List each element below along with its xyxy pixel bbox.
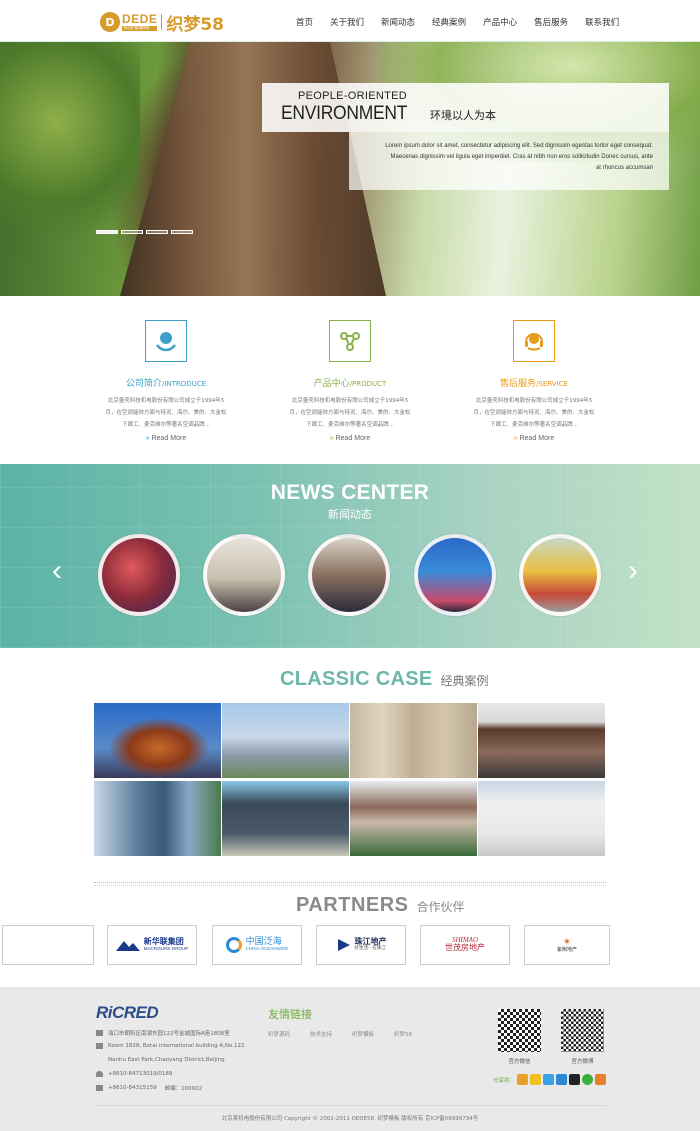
chevron-left-icon[interactable]: ‹ <box>52 556 62 586</box>
classic-case-title: CLASSIC CASE 经典案例 <box>280 668 489 690</box>
headset-icon[interactable] <box>513 320 555 362</box>
pearl-river-icon <box>337 939 350 951</box>
service-desc: 北京量壳科技机电股份有限公司成立于1994年5月，在空调能效方面与特灵、海尔、美… <box>289 398 411 428</box>
case-image[interactable] <box>94 703 221 778</box>
news-center: NEWS CENTER 新闻动态 ‹ › <box>0 464 700 648</box>
globe-hands-icon[interactable] <box>145 320 187 362</box>
news-thumbnail[interactable] <box>308 534 390 616</box>
case-image[interactable] <box>478 703 605 778</box>
service-service: 售后服务/SERVICE 北京量壳科技机电股份有限公司成立于1994年5月，在空… <box>464 320 604 442</box>
banner-heading-small: PEOPLE-ORIENTED <box>298 90 408 102</box>
banner-heading-large: ENVIRONMENT <box>281 103 408 124</box>
logo-cn-text: 织梦58 <box>166 14 225 35</box>
case-image[interactable] <box>222 703 349 778</box>
slider-dots <box>96 230 196 234</box>
partner-logo[interactable]: 珠江地产 好生活 · 在珠江 <box>316 925 406 965</box>
wechat-qr-code <box>498 1009 541 1052</box>
read-more-link[interactable]: » Read More <box>280 435 420 442</box>
service-product: 产品中心/PRODUCT 北京量壳科技机电股份有限公司成立于1994年5月，在空… <box>280 320 420 442</box>
service-title: 售后服务 <box>500 379 537 389</box>
wechat-share-icon[interactable] <box>582 1074 594 1085</box>
tencent-weibo-share-icon[interactable] <box>543 1074 555 1085</box>
weibo-share-icon[interactable] <box>517 1074 529 1085</box>
qzone-share-icon[interactable] <box>530 1074 542 1085</box>
news-thumbnail[interactable] <box>98 534 180 616</box>
partner-logo[interactable]: SHIMAO 世茂房地产 <box>420 925 510 965</box>
slider-dot[interactable] <box>146 230 168 234</box>
friend-links: 织梦源码 技术支持 织梦模板 织梦58 <box>268 1030 432 1038</box>
friend-links-title: 友情链接 <box>268 1008 312 1021</box>
case-image[interactable] <box>222 781 349 856</box>
service-introduce: 公司简介/INTRODUCE 北京量壳科技机电股份有限公司成立于1994年5月，… <box>96 320 236 442</box>
renren-share-icon[interactable] <box>556 1074 568 1085</box>
nav-home[interactable]: 首页 <box>296 16 313 28</box>
footer-logo: RiCRED <box>96 1003 159 1022</box>
service-desc: 北京量壳科技机电股份有限公司成立于1994年5月，在空调能效方面与特灵、海尔、美… <box>105 398 227 428</box>
chevron-right-icon[interactable]: › <box>628 556 638 586</box>
service-title: 产品中心 <box>313 379 350 389</box>
service-title: 公司简介 <box>125 379 162 389</box>
case-image[interactable] <box>94 781 221 856</box>
slider-dot[interactable] <box>121 230 143 234</box>
banner-description: Lorem ipsum dolor sit amet, consectetur … <box>385 143 653 171</box>
nav-contact[interactable]: 联系我们 <box>585 16 619 28</box>
header: D DEDE 织梦模板网 织梦58 首页 关于我们 新闻动态 经典案例 产品中心… <box>0 0 700 42</box>
read-more-link[interactable]: » Read More <box>96 435 236 442</box>
mail-icon <box>96 1030 103 1036</box>
friend-link[interactable]: 织梦模板 <box>352 1030 374 1038</box>
case-image[interactable] <box>478 781 605 856</box>
banner-heading-cn: 环境以人为本 <box>430 109 496 122</box>
mountain-icon <box>115 940 140 951</box>
logo-main-text: DEDE <box>122 12 158 26</box>
phone-icon <box>96 1085 103 1091</box>
partner-logo[interactable]: ✶ 紫荆地产 <box>524 925 610 965</box>
nav-news[interactable]: 新闻动态 <box>381 16 415 28</box>
news-subtitle: 新闻动态 <box>328 508 372 521</box>
partner-logo[interactable]: 新华联集团 MACROLINK GROUP <box>107 925 197 965</box>
news-thumbnail[interactable] <box>414 534 496 616</box>
weibo-qr-code <box>561 1009 604 1052</box>
person-icon <box>96 1071 103 1077</box>
friend-link[interactable]: 织梦源码 <box>268 1030 290 1038</box>
copyright: 北京某机电股份有限公司 Copyright © 2002-2011 DEDE58… <box>221 1116 479 1122</box>
nav-cases[interactable]: 经典案例 <box>432 16 466 28</box>
main-nav: 首页 关于我们 新闻动态 经典案例 产品中心 售后服务 联系我们 <box>296 16 636 28</box>
news-title: NEWS CENTER <box>270 481 430 504</box>
more-share-icon[interactable] <box>595 1074 607 1085</box>
qq-share-icon[interactable] <box>569 1074 581 1085</box>
mail-icon <box>96 1043 103 1049</box>
logo-sub-text: 织梦模板网 <box>122 26 158 31</box>
partners-title: PARTNERS 合作伙伴 <box>296 894 465 916</box>
service-desc: 北京量壳科技机电股份有限公司成立于1994年5月，在空调能效方面与特灵、海尔、美… <box>473 398 595 428</box>
nav-products[interactable]: 产品中心 <box>483 16 517 28</box>
nav-service[interactable]: 售后服务 <box>534 16 568 28</box>
share-bar: 分享到： <box>493 1074 607 1085</box>
logo-badge: D <box>100 12 120 32</box>
news-thumbnail[interactable] <box>519 534 601 616</box>
friend-link[interactable]: 织梦58 <box>394 1030 412 1038</box>
oceanwide-icon <box>225 937 242 953</box>
slider-dot[interactable] <box>96 230 118 234</box>
partner-logo[interactable]: 中国泛海 CHINA OCEANWIDE <box>212 925 302 965</box>
molecule-icon[interactable] <box>329 320 371 362</box>
nav-about[interactable]: 关于我们 <box>330 16 364 28</box>
news-thumbnail[interactable] <box>203 534 285 616</box>
case-image[interactable] <box>350 781 477 856</box>
case-image[interactable] <box>350 703 477 778</box>
slider-dot[interactable] <box>171 230 193 234</box>
read-more-link[interactable]: » Read More <box>464 435 604 442</box>
friend-link[interactable]: 技术支持 <box>310 1030 332 1038</box>
footer: RiCRED 海口市朝阳区南湖东园122号金城国际A座1808室 Room 18… <box>0 987 700 1131</box>
partner-logo-partial[interactable] <box>2 925 94 965</box>
site-logo[interactable]: D DEDE 织梦模板网 织梦58 <box>100 11 225 35</box>
